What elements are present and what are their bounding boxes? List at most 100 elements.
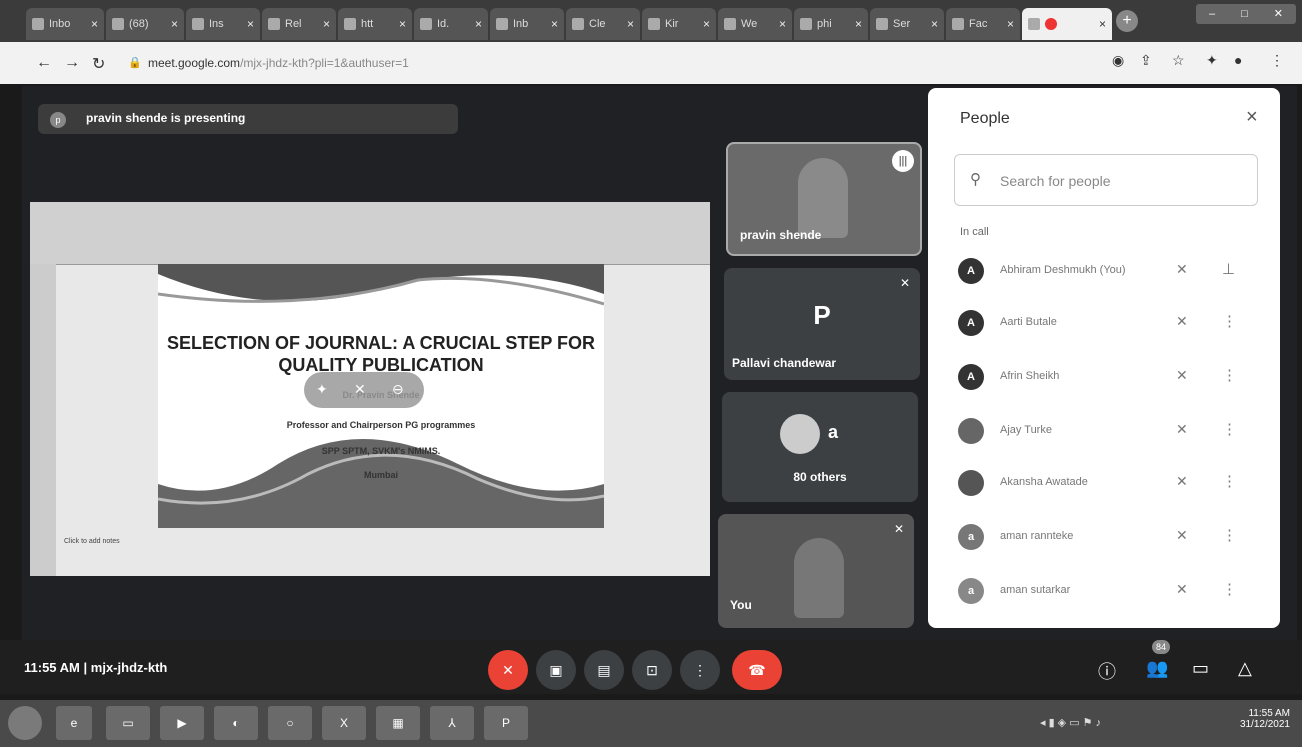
browser-tab-active[interactable]: × bbox=[1022, 8, 1112, 40]
tab-close-icon[interactable]: × bbox=[779, 17, 786, 31]
browser-tab[interactable]: Inbo × bbox=[26, 8, 104, 40]
close-panel-button[interactable]: × bbox=[1246, 106, 1258, 129]
url-field[interactable]: meet.google.com/mjx-jhdz-kth?pli=1&authu… bbox=[148, 56, 409, 70]
mic-toggle-button[interactable]: ✕ bbox=[488, 650, 528, 690]
new-tab-button[interactable]: + bbox=[1116, 10, 1138, 32]
chrome-icon[interactable]: ◐ bbox=[214, 706, 258, 740]
pin-icon[interactable]: ✦ bbox=[316, 381, 328, 398]
tab-close-icon[interactable]: × bbox=[931, 17, 938, 31]
site-favicon-icon bbox=[648, 18, 660, 30]
slide-notes: Click to add notes bbox=[64, 538, 120, 545]
mic-off-icon: ✕ bbox=[1176, 367, 1188, 383]
participant-avatar: a bbox=[958, 578, 984, 604]
search-people-input[interactable] bbox=[998, 168, 1242, 194]
people-icon[interactable]: 👥 bbox=[1146, 658, 1168, 679]
tab-close-icon[interactable]: × bbox=[475, 17, 482, 31]
browser-tab[interactable]: Ser × bbox=[870, 8, 944, 40]
participant-tile[interactable]: ✕ P Pallavi chandewar bbox=[724, 268, 920, 380]
tab-close-icon[interactable]: × bbox=[551, 17, 558, 31]
others-tile[interactable]: a 80 others bbox=[722, 392, 918, 502]
browser-tab[interactable]: phi × bbox=[794, 8, 868, 40]
captions-button[interactable]: ▤ bbox=[584, 650, 624, 690]
more-options-icon[interactable]: ⋮ bbox=[1222, 420, 1237, 438]
mute-icon[interactable]: ✕ bbox=[354, 381, 366, 398]
tab-close-icon[interactable]: × bbox=[1007, 17, 1014, 31]
participant-name: Akansha Awatade bbox=[1000, 476, 1088, 488]
browser-tab[interactable]: Id. × bbox=[414, 8, 488, 40]
self-tile-name: You bbox=[730, 598, 752, 612]
taskbar-clock[interactable]: 11:55 AM 31/12/2021 bbox=[1210, 708, 1290, 730]
tab-close-icon[interactable]: × bbox=[171, 17, 178, 31]
more-options-icon[interactable]: ⋮ bbox=[1222, 472, 1237, 490]
extensions-icon[interactable]: ✦ bbox=[1206, 52, 1218, 69]
tab-close-icon[interactable]: × bbox=[323, 17, 330, 31]
browser-tab[interactable]: Rel × bbox=[262, 8, 336, 40]
browser-tab[interactable]: Fac × bbox=[946, 8, 1020, 40]
leave-call-button[interactable]: ☎ bbox=[732, 650, 782, 690]
muted-icon: ✕ bbox=[899, 276, 910, 290]
more-options-icon[interactable]: ⋮ bbox=[1222, 526, 1237, 544]
share-icon[interactable]: ⇪ bbox=[1140, 52, 1152, 69]
system-tray-icons[interactable]: ◂ ▮ ◈ ▭ ⚑ ♪ bbox=[1040, 716, 1101, 729]
file-explorer-icon[interactable]: ▭ bbox=[106, 706, 150, 740]
minimize-icon[interactable]: – bbox=[1209, 4, 1215, 24]
participant-row[interactable]: a aman rannteke ✕ ⋮ bbox=[940, 512, 1270, 564]
ie-icon[interactable]: e bbox=[56, 706, 92, 740]
browser-tab[interactable]: Cle × bbox=[566, 8, 640, 40]
present-button[interactable]: ⊡ bbox=[632, 650, 672, 690]
menu-icon[interactable]: ⋮ bbox=[1270, 52, 1284, 69]
tab-close-icon[interactable]: × bbox=[627, 17, 634, 31]
browser-tab[interactable]: htt × bbox=[338, 8, 412, 40]
browser-tab[interactable]: Inb × bbox=[490, 8, 564, 40]
gmail-icon bbox=[32, 18, 44, 30]
participant-row[interactable]: A Afrin Sheikh ✕ ⋮ bbox=[940, 352, 1270, 404]
tab-close-icon[interactable]: × bbox=[855, 17, 862, 31]
powerpoint-icon[interactable]: P bbox=[484, 706, 528, 740]
tab-close-icon[interactable]: × bbox=[703, 17, 710, 31]
participant-row[interactable]: A Abhiram Deshmukh (You) ✕ ⊥ bbox=[940, 246, 1270, 298]
camera-icon[interactable]: ◉ bbox=[1112, 52, 1124, 69]
profile-avatar[interactable]: ● bbox=[1234, 52, 1242, 68]
presenter-video-tile[interactable]: ||| pravin shende bbox=[726, 142, 922, 256]
site-favicon-icon bbox=[344, 18, 356, 30]
more-options-icon[interactable]: ⋮ bbox=[1222, 580, 1237, 598]
meeting-details[interactable]: 11:55 AM | mjx-jhdz-kth bbox=[24, 660, 167, 675]
info-icon[interactable]: ⓘ bbox=[1098, 658, 1116, 684]
browser-tab[interactable]: Ins × bbox=[186, 8, 260, 40]
tab-close-icon[interactable]: × bbox=[247, 17, 254, 31]
remove-icon[interactable]: ⊖ bbox=[392, 381, 404, 398]
pin-icon[interactable]: ⊥ bbox=[1222, 260, 1235, 278]
chat-icon[interactable]: ▭ bbox=[1192, 658, 1209, 679]
mic-off-icon: ✕ bbox=[1176, 261, 1188, 277]
participant-row[interactable]: Akansha Awatade ✕ ⋮ bbox=[940, 458, 1270, 510]
app-icon[interactable]: ○ bbox=[268, 706, 312, 740]
site-favicon-icon bbox=[420, 18, 432, 30]
participant-row[interactable]: a aman sutarkar ✕ ⋮ bbox=[940, 566, 1270, 618]
app-window-icon[interactable]: ▦ bbox=[376, 706, 420, 740]
more-options-button[interactable]: ⋮ bbox=[680, 650, 720, 690]
browser-tab[interactable]: We × bbox=[718, 8, 792, 40]
more-options-icon[interactable]: ⋮ bbox=[1222, 366, 1237, 384]
participant-tile-name: Pallavi chandewar bbox=[732, 356, 837, 370]
start-button[interactable] bbox=[8, 706, 42, 740]
self-video-tile[interactable]: ✕ You bbox=[718, 514, 914, 628]
participant-row[interactable]: A Aarti Butale ✕ ⋮ bbox=[940, 298, 1270, 350]
media-player-icon[interactable]: ▶ bbox=[160, 706, 204, 740]
browser-tab[interactable]: Kir × bbox=[642, 8, 716, 40]
back-icon[interactable]: ← bbox=[36, 54, 52, 72]
pdf-reader-icon[interactable]: ⅄ bbox=[430, 706, 474, 740]
browser-tab[interactable]: (68) × bbox=[106, 8, 184, 40]
excel-icon[interactable]: X bbox=[322, 706, 366, 740]
tab-close-icon[interactable]: × bbox=[91, 17, 98, 31]
tab-close-icon[interactable]: × bbox=[399, 17, 406, 31]
camera-toggle-button[interactable]: ▣ bbox=[536, 650, 576, 690]
more-options-icon[interactable]: ⋮ bbox=[1222, 312, 1237, 330]
forward-icon[interactable]: → bbox=[64, 54, 80, 72]
participant-row[interactable]: Ajay Turke ✕ ⋮ bbox=[940, 406, 1270, 458]
close-window-icon[interactable]: ✕ bbox=[1274, 4, 1283, 24]
activities-icon[interactable]: △ bbox=[1238, 658, 1252, 679]
tab-close-icon[interactable]: × bbox=[1099, 17, 1106, 31]
reload-icon[interactable]: ↻ bbox=[92, 54, 105, 74]
maximize-icon[interactable]: □ bbox=[1241, 4, 1248, 24]
star-icon[interactable]: ☆ bbox=[1172, 52, 1185, 69]
